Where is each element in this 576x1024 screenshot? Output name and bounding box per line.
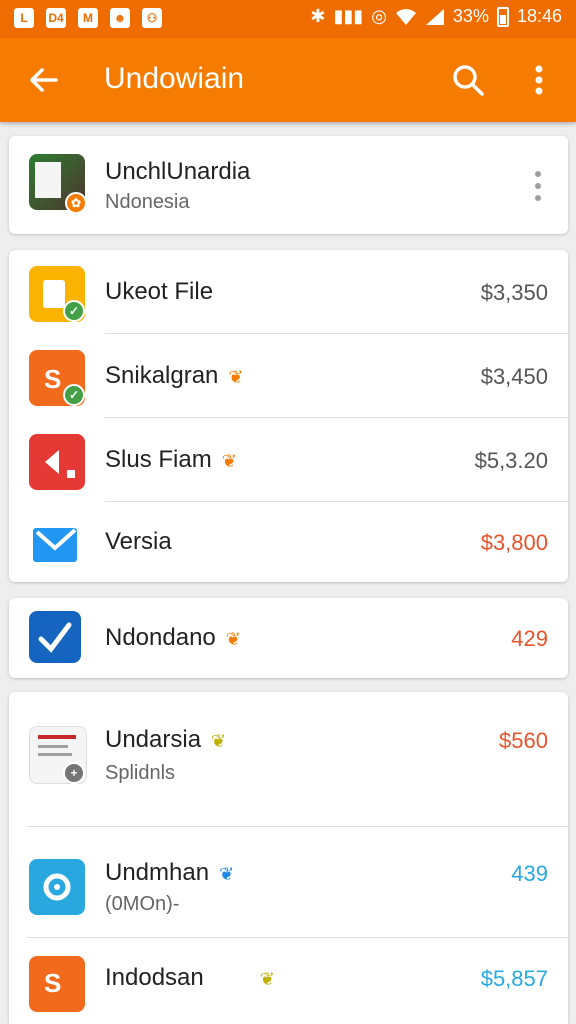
header-subtitle: Ndonesia [105,191,190,213]
list-item[interactable]: Slus Fiam ❦ $5,3.20 [9,418,568,501]
list-item[interactable]: S ✓ Snikalgran ❦ $3,450 [9,334,568,417]
list-card-1: ✓ Ukeot File $3,350 S ✓ Snikalgran ❦ $3,4… [9,250,568,582]
more-vert-icon[interactable] [528,166,548,206]
signal-icon: ▮▮▮ [333,6,364,26]
bluetooth-icon: ✱ [310,6,326,26]
item-price: $5,3.20 [474,448,548,473]
notification-icon: D4 [46,8,66,28]
play-app-icon [29,434,85,490]
indo-app-icon: S [29,956,85,1012]
list-item[interactable]: S Indodsan ❦ $5,857 [9,938,568,1024]
battery-icon [496,6,509,27]
list-item[interactable]: + Undarsia ❦ Splidnls $560 [9,692,568,826]
item-name: Slus Fiam ❦ [105,446,237,474]
item-price: 429 [511,626,548,651]
notification-icon: ☻ [110,8,130,28]
page-title: Undowiain [104,62,245,95]
item-name-text: Ndondano [105,624,216,651]
notification-icon: M [78,8,98,28]
item-name: Snikalgran ❦ [105,362,244,390]
green-badge-icon: ✓ [63,384,85,406]
clock: 18:46 [516,6,562,26]
header-title: UnchlUnardia [105,158,251,185]
cell-signal-icon [425,8,444,25]
item-price: $5,857 [480,966,548,991]
battery-percent: 33% [452,6,489,26]
notification-icon: L [14,8,34,28]
green-badge-icon: ✓ [63,300,85,322]
item-name: Versia [105,528,172,555]
notification-icon: ⚇ [142,8,162,28]
item-name: Undarsia ❦ [105,726,226,754]
arrow-left-icon[interactable] [24,60,64,100]
status-bar: L D4 M ☻ ⚇ ✱ ▮▮▮ ◎ 33% 18:46 [0,0,576,38]
list-card-2: Ndondano ❦ 429 [9,598,568,678]
item-price: $3,350 [480,280,548,305]
item-name: Indodsan ❦ [105,964,275,992]
header-card[interactable]: ✿ UnchlUnardia Ndonesia [9,136,568,234]
item-price: $560 [499,728,548,753]
item-price: $3,450 [480,364,548,389]
orange-badge-icon: ✿ [65,192,87,214]
item-name: Ukeot File [105,278,214,305]
list-card-3: + Undarsia ❦ Splidnls $560 Undmhan ❦ (0MOn… [9,692,568,1024]
more-vert-icon[interactable] [524,60,554,100]
tag-icon: ❦ [228,367,244,387]
mail-app-icon [29,516,85,572]
notification-icons: L D4 M ☻ ⚇ [14,8,162,28]
item-price: $3,800 [480,530,548,555]
list-item[interactable]: ✓ Ukeot File $3,350 [9,250,568,333]
tag-icon: ❦ [211,731,227,751]
list-item[interactable]: Ndondano ❦ 429 [9,598,568,678]
tag-icon: ❦ [259,969,275,989]
list-item[interactable]: Versia $3,800 [9,502,568,582]
checkbox-app-icon [29,611,81,663]
tag-icon: ❦ [221,451,237,471]
alarm-icon: ◎ [371,6,387,26]
tag-icon: ❦ [225,629,241,649]
item-name-text: Slus Fiam [105,446,212,473]
item-price: 439 [511,861,548,886]
item-name-text: Snikalgran [105,362,219,389]
search-icon[interactable] [448,60,488,100]
add-badge-icon: + [63,762,85,784]
item-name: Undmhan ❦ [105,859,234,887]
item-name-text: Undmhan [105,859,210,886]
app-bar: Undowiain [0,38,576,122]
tag-icon: ❦ [219,864,235,884]
list-item[interactable]: Undmhan ❦ (0MOn)- 439 [9,827,568,937]
item-subtitle: (0MOn)- [105,893,180,915]
system-icons: ✱ ▮▮▮ ◎ 33% 18:46 [310,6,562,27]
item-name: Ndondano ❦ [105,624,241,652]
item-name-text: Indodsan [105,964,204,991]
wifi-icon [395,8,416,25]
settings-app-icon [29,859,85,915]
item-name-text: Undarsia [105,726,202,753]
item-subtitle: Splidnls [105,762,176,784]
